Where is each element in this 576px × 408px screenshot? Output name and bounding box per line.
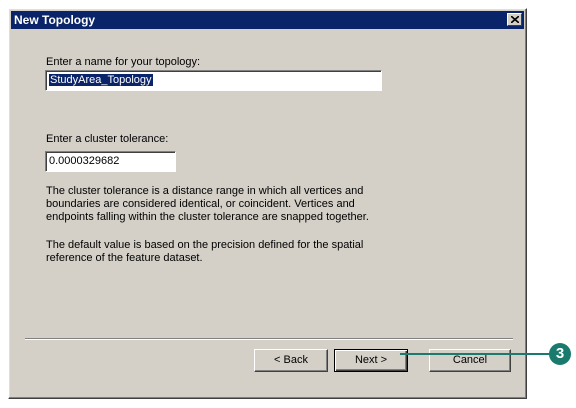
close-button[interactable]	[507, 13, 522, 26]
default-value-description-line-1: The default value is based on the precis…	[46, 239, 364, 251]
step-callout-badge: 3	[549, 343, 571, 365]
topology-name-selection: StudyArea_Topology	[49, 74, 153, 86]
topology-name-label: Enter a name for your topology:	[46, 56, 201, 68]
next-button[interactable]: Next >	[334, 349, 408, 372]
tolerance-description-line-3: endpoints falling within the cluster tol…	[46, 211, 369, 223]
tolerance-description-line-2: boundaries are considered identical, or …	[46, 198, 355, 210]
topology-name-value: StudyArea_Topology	[49, 74, 153, 87]
window-title: New Topology	[14, 13, 96, 27]
close-icon	[511, 16, 519, 23]
callout-pointer-line	[400, 353, 550, 355]
default-value-description-line-2: reference of the feature dataset.	[46, 252, 203, 264]
topology-name-input[interactable]: StudyArea_Topology	[45, 70, 382, 91]
title-bar[interactable]: New Topology	[11, 11, 524, 29]
cluster-tolerance-label: Enter a cluster tolerance:	[46, 133, 169, 145]
button-separator	[25, 338, 513, 340]
cluster-tolerance-input[interactable]: 0.0000329682	[45, 151, 176, 172]
cluster-tolerance-value: 0.0000329682	[49, 155, 120, 167]
tolerance-description: The cluster tolerance is a distance rang…	[46, 185, 446, 224]
new-topology-dialog: New Topology Enter a name for your topol…	[8, 8, 527, 399]
default-value-description: The default value is based on the precis…	[46, 239, 446, 265]
tolerance-description-line-1: The cluster tolerance is a distance rang…	[46, 185, 364, 197]
back-button[interactable]: < Back	[254, 349, 328, 372]
